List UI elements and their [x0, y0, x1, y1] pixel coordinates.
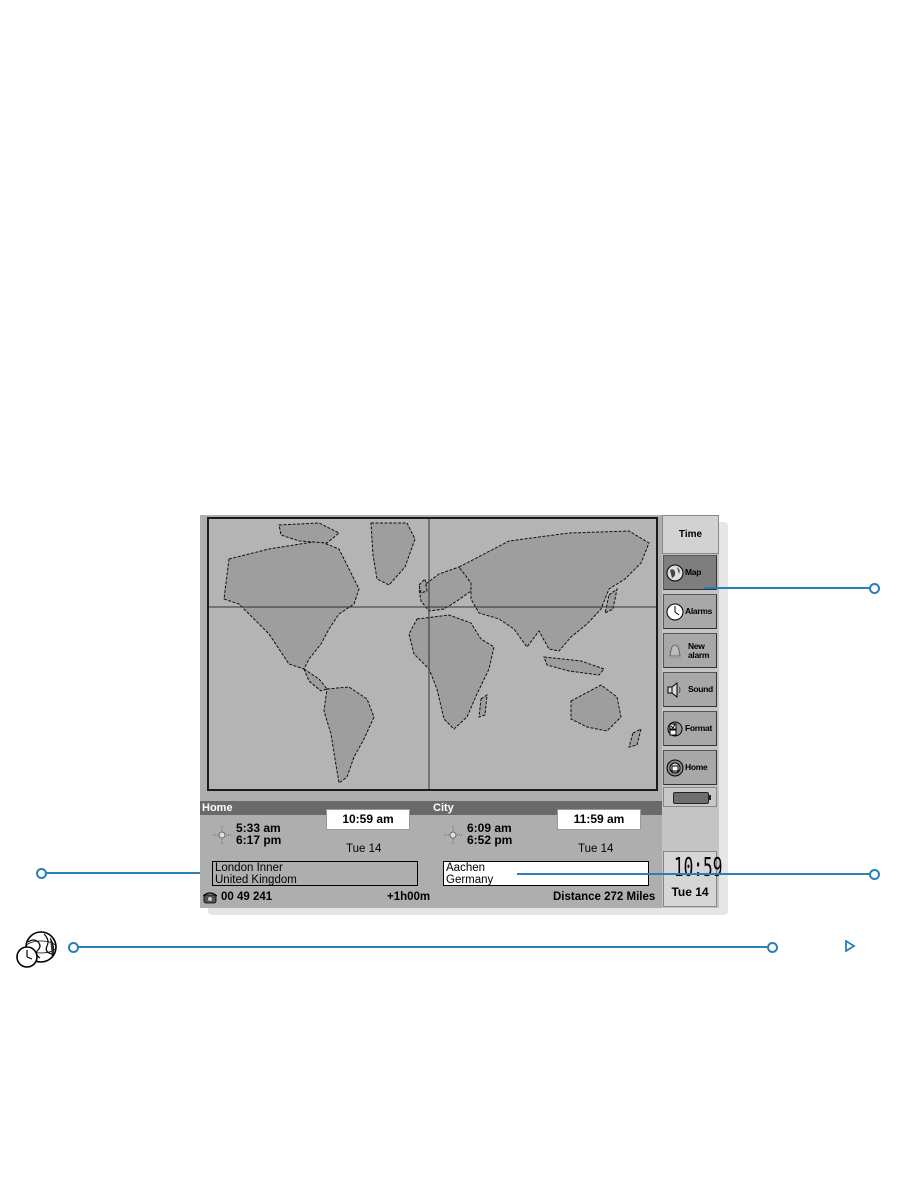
land-asia — [458, 530, 650, 652]
land-australia — [570, 684, 622, 732]
globe-icon — [666, 564, 684, 582]
digital-clock[interactable]: 10:59 Tue 14 — [663, 851, 723, 907]
next-page-arrow-icon[interactable] — [844, 940, 856, 952]
format-icon — [666, 720, 684, 738]
callout-line-bottom — [77, 946, 767, 948]
land-indonesia — [543, 656, 605, 676]
toolbar-title: Time — [662, 515, 719, 554]
new-alarm-label-line2: alarm — [688, 649, 710, 660]
callout-marker-home-place — [36, 868, 47, 879]
phone-icon — [203, 892, 217, 904]
land-uk — [418, 577, 428, 594]
callout-marker-bottom-left — [68, 942, 79, 953]
land-greenland — [370, 522, 416, 586]
callout-line-map — [704, 587, 870, 589]
distance: Distance 272 Miles — [553, 891, 656, 903]
world-time-logo-icon — [16, 931, 57, 968]
clock-date: Tue 14 — [671, 885, 709, 899]
new-alarm-button-label: New alarm — [688, 641, 710, 660]
home-sunset: 6:17 pm — [236, 833, 282, 847]
callout-marker-map — [869, 583, 880, 594]
alarms-button[interactable]: Alarms — [663, 594, 717, 629]
speaker-icon — [666, 681, 684, 699]
land-central-america — [302, 667, 328, 692]
sound-button[interactable]: Sound — [663, 672, 717, 707]
city-time: 11:59 am — [557, 809, 641, 830]
land-madagascar — [478, 693, 488, 718]
land-south-america — [323, 686, 375, 784]
home-country: United Kingdom — [215, 874, 297, 886]
bell-icon — [666, 642, 684, 660]
clock-icon — [666, 603, 684, 621]
map-button[interactable]: Map — [663, 555, 717, 590]
city-sunrise-sunset-icon — [444, 826, 462, 844]
home-sun-times: 5:33 am 6:17 pm — [236, 822, 281, 846]
callout-marker-city-place — [869, 869, 880, 880]
home-sunrise-sunset-icon — [213, 826, 231, 844]
home-time: 10:59 am — [326, 809, 410, 830]
land-north-america — [223, 540, 360, 670]
home-date: Tue 14 — [346, 843, 382, 855]
map-button-label: Map — [685, 567, 702, 577]
clock-area: 10:59 Tue 14 — [663, 807, 723, 907]
city-date: Tue 14 — [578, 843, 614, 855]
battery-indicator — [663, 787, 717, 807]
callout-marker-bottom-right — [767, 942, 778, 953]
format-button-label: Format — [685, 723, 713, 733]
time-offset: +1h00m — [387, 891, 431, 903]
callout-line-city-place — [517, 873, 870, 875]
format-button[interactable]: Format — [663, 711, 717, 746]
land-arctic-islands — [278, 522, 340, 544]
battery-icon — [673, 792, 709, 804]
home-place-field[interactable]: London Inner United Kingdom — [212, 861, 418, 886]
city-country: Germany — [446, 874, 494, 886]
home-button-label: Home — [685, 762, 708, 772]
world-map[interactable] — [207, 517, 658, 791]
callout-line-home-place — [45, 872, 210, 874]
world-map-graphic — [209, 519, 656, 789]
home-city: London Inner — [215, 862, 283, 874]
new-alarm-button[interactable]: New alarm — [663, 633, 717, 668]
battery-tip — [708, 795, 711, 800]
toolbar: Time Map Alarms New alarm Sound Format H… — [662, 515, 723, 908]
sound-button-label: Sound — [688, 684, 713, 694]
alarms-button-label: Alarms — [685, 606, 713, 616]
device-screen: Home City 10:59 am 5:33 am 6:17 pm Tue 1… — [200, 515, 723, 908]
city-sun-times: 6:09 am 6:52 pm — [467, 822, 512, 846]
clock-time: 10:59 — [673, 853, 723, 883]
dial-code: 00 49 241 — [221, 891, 273, 903]
city-sunset: 6:52 pm — [467, 833, 513, 847]
home-button[interactable]: Home — [663, 750, 717, 785]
land-new-zealand — [628, 728, 642, 748]
home-globe-icon — [666, 759, 684, 777]
